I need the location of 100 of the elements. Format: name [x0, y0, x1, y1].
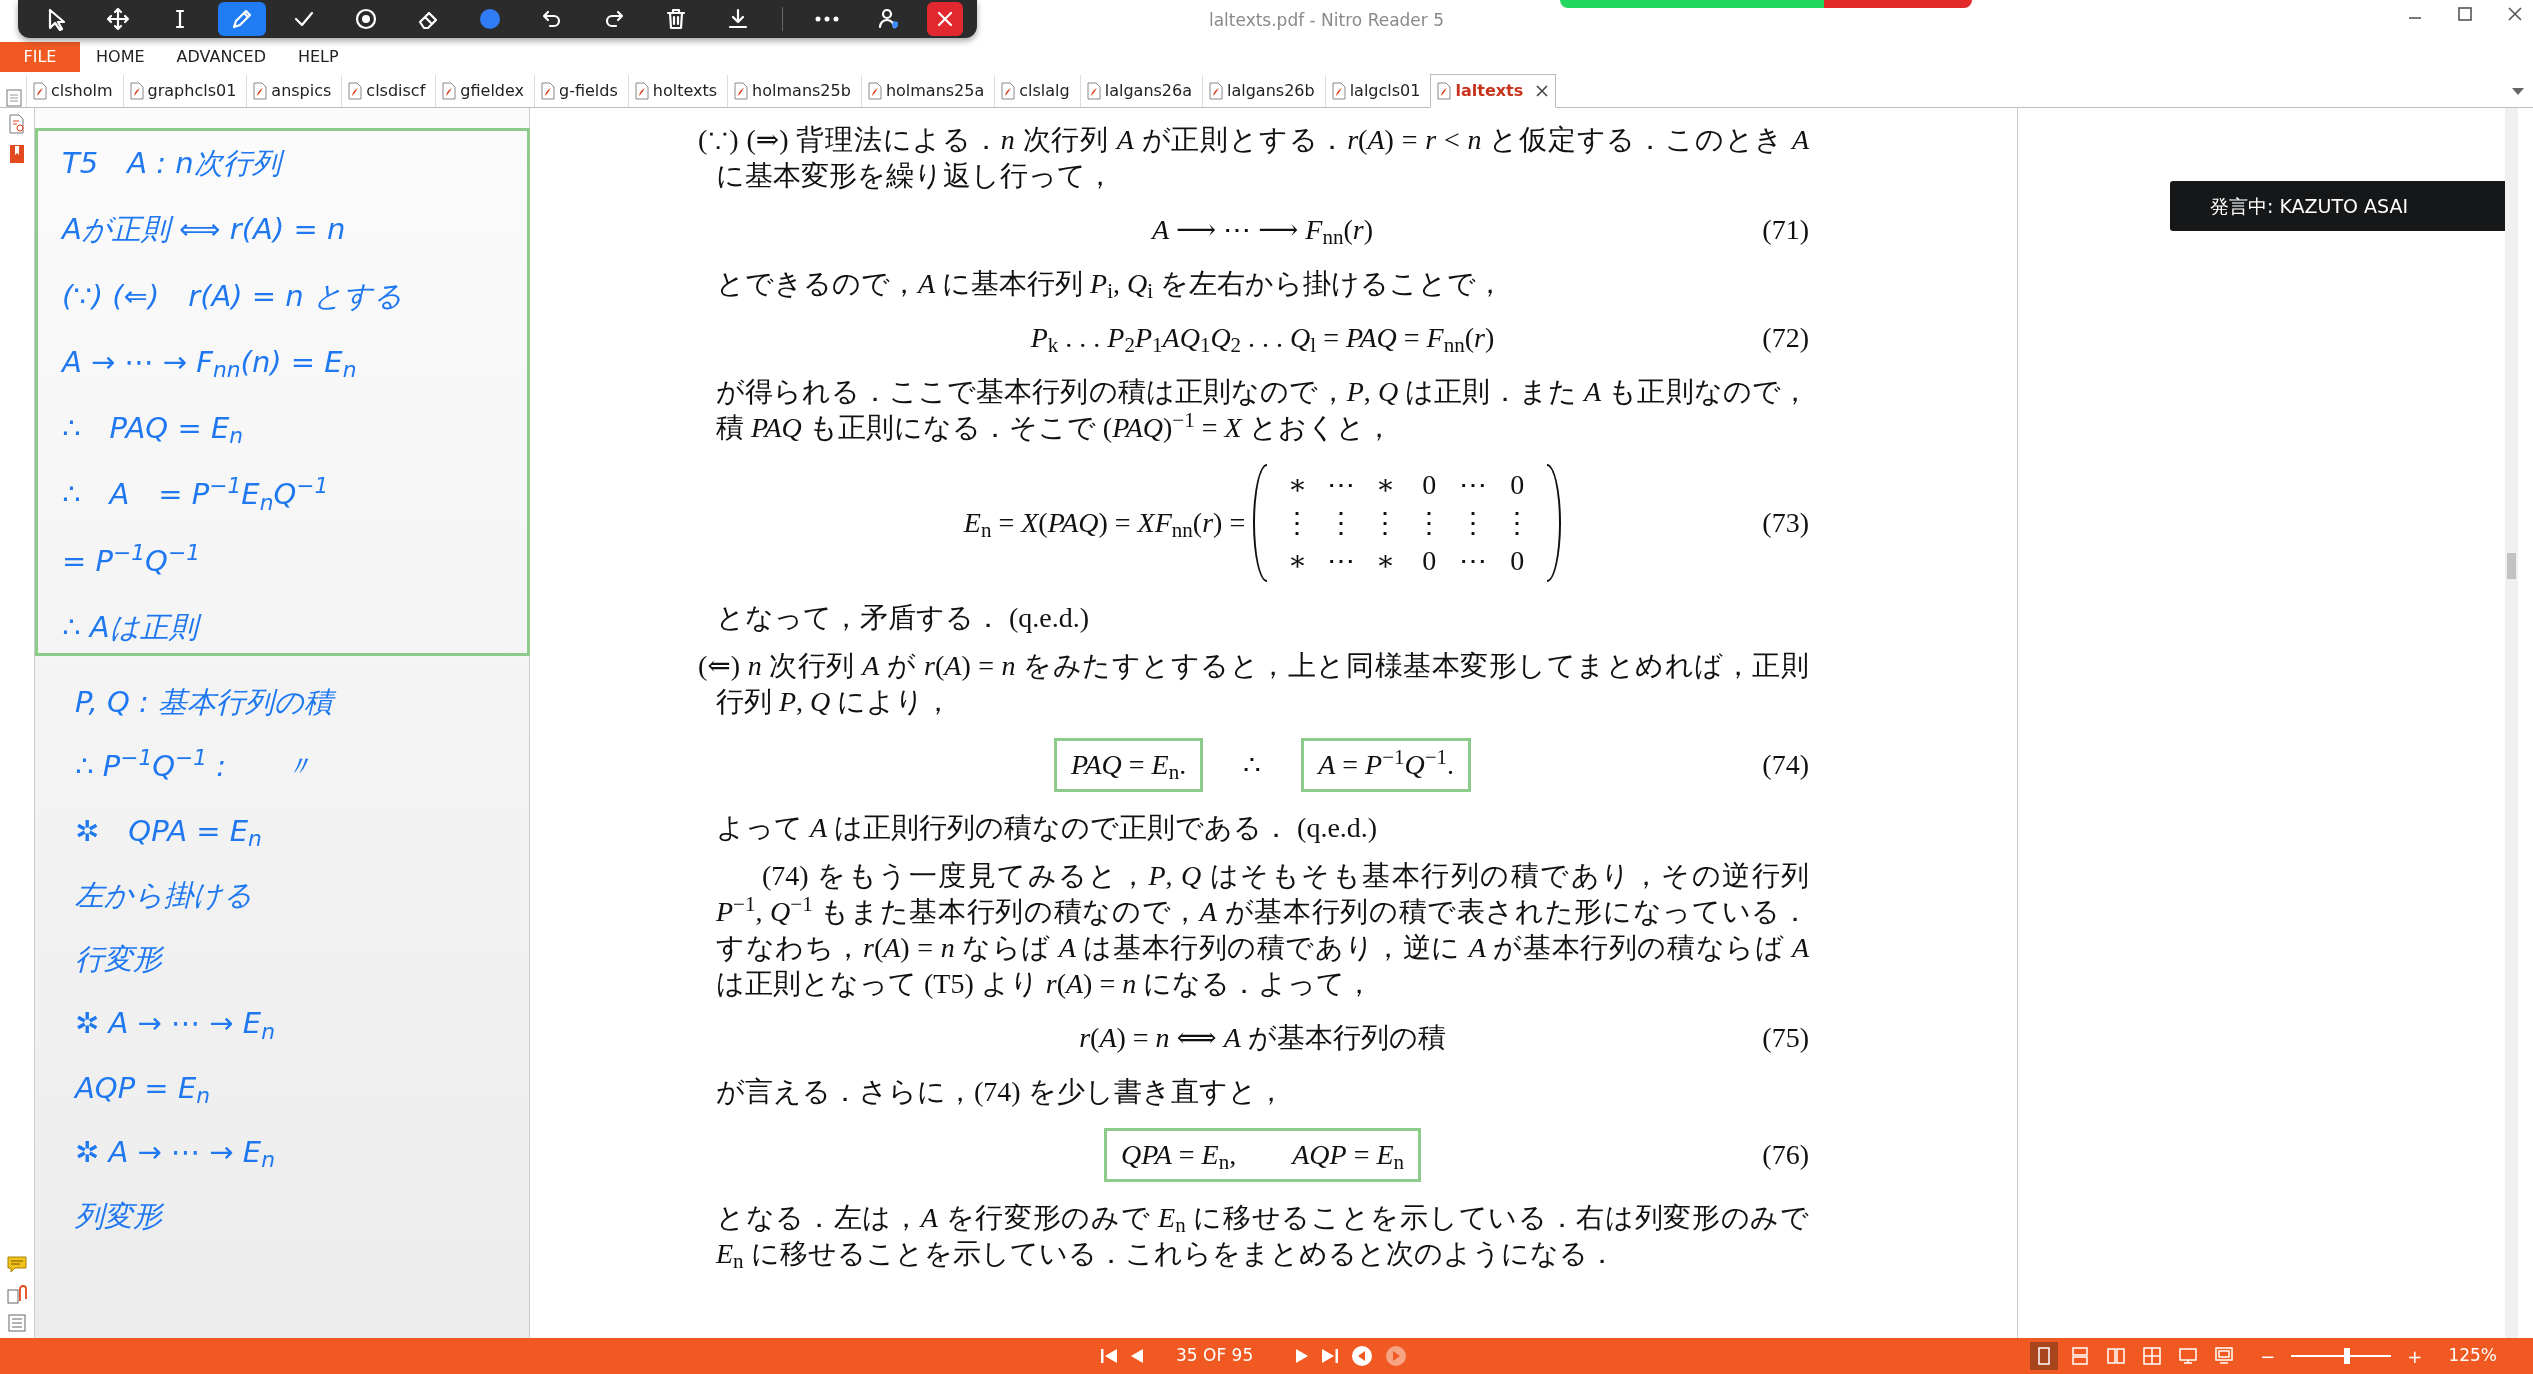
dropdown-icon[interactable] [2511, 86, 2525, 96]
pdf-file-icon [634, 82, 649, 100]
handwritten-note: P, Q : 基本行列の積 [75, 684, 509, 721]
paragraph: とできるので，A に基本行列 P$_{i}$, Q$_{i}$ を左右から掛けることで， [715, 267, 1506, 302]
page-layout-icon [2070, 1346, 2091, 1366]
list-icon[interactable] [8, 1314, 26, 1332]
paragraph: (⇐) n 次行列 A が r(A) = n をみたすとすると，上と同様基本変形してまとめれば，正則行列 P, Q により， [698, 649, 1809, 719]
back-button[interactable] [1351, 1345, 1374, 1367]
page-layout-icon [2142, 1346, 2163, 1366]
matrix-entry: 0 [1509, 544, 1526, 578]
matrix-entry: ∗ [1286, 544, 1308, 578]
scrollbar[interactable] [2505, 108, 2518, 1338]
previous-page-button[interactable] [1130, 1347, 1144, 1365]
paragraph: (74) をもう一度見てみると，P, Q はそもそも基本行列の積であり，その逆行列 P$^{−1}$, Q$^{−1}$ もまた基本行列の積なので，A が基本行列の積で表された形になっている．すなわち，r(A) = n ならば A は基本行列の積であり，逆に A が基本行列の積ならば A は正則となって (T5) より r(A) = n になる．よって， [715, 859, 1809, 1001]
handwritten-note: ∴ P$^{−1}$Q$^{−1}$ : 〃 [75, 748, 315, 785]
handwritten-note: 行変形 [75, 941, 165, 978]
document-tab[interactable]: clsholm [26, 75, 119, 107]
scrollbar-thumb[interactable] [2507, 553, 2516, 579]
close-icon[interactable] [1535, 84, 1550, 98]
paragraph: となって，矛盾する． (q.e.d.) [715, 601, 1091, 635]
tool-button[interactable] [218, 2, 266, 36]
document-tab[interactable]: holmans25a [860, 75, 991, 107]
document-tab[interactable]: anspics [246, 75, 338, 107]
matrix-entry: ∗ [1374, 544, 1396, 578]
matrix-entry: ⋮ [1458, 506, 1489, 540]
forward-icon [1385, 1345, 1408, 1367]
handwritten-note: Aが正則 ⟺ r(A) = n [62, 211, 347, 248]
matrix-entry: ⋮ [1282, 506, 1313, 540]
handwritten-note: ✲ A → ⋯ → E$_{n}$ [75, 1005, 276, 1042]
attachment-icon[interactable] [7, 1284, 27, 1304]
document-tab[interactable]: holtexts [627, 75, 724, 107]
handwritten-note: A → ⋯ → F$_{nn}$(n) = E$_{n}$ [62, 343, 358, 380]
paragraph: となる．左は，A を行変形のみで E$_{n}$ に移せることを示している．右は列変形のみで E$_{n}$ に移せることを示している．これらをまとめると次のようになる． [714, 1201, 1809, 1272]
matrix-entry: ⋮ [1502, 506, 1533, 540]
matrix-entry: 0 [1421, 468, 1438, 502]
handwritten-note: AQP = E$_{n}$ [75, 1069, 211, 1106]
equation: P$_{k}$ . . . P$_{2}$P$_{1}$AQ$_{1}$Q$_{2}$ . . . Q$_{l}$ = PAQ = F$_{nn}$(r) [1030, 321, 1495, 356]
equation-number: (75) [1762, 1021, 1809, 1055]
pdf-file-icon [253, 82, 268, 100]
window-title: laltexts.pdf - Nitro Reader 5 [1208, 9, 1445, 33]
page-layout-icon [2178, 1346, 2199, 1366]
paragraph: が言える．さらに，(74) を少し書き直すと， [715, 1075, 1286, 1109]
maximize-icon[interactable] [2457, 6, 2473, 22]
page-indicator: 35 OF 95 [1176, 1344, 1254, 1368]
equation: ∴ [1243, 748, 1262, 782]
matrix-entry: 0 [1509, 468, 1526, 502]
last-page-icon [1321, 1347, 1340, 1365]
menu-tab[interactable]: ADVANCED [160, 42, 282, 72]
document-search-icon[interactable] [8, 114, 26, 134]
pdf-file-icon [129, 82, 144, 100]
menu-tab[interactable]: HOME [80, 42, 161, 72]
equation-number: (76) [1762, 1138, 1809, 1172]
document-tab[interactable]: g-fields [534, 75, 624, 107]
equation: r(A) = n ⟺ A が基本行列の積 [1079, 1021, 1446, 1055]
document-tab[interactable]: gfieldex [435, 75, 530, 107]
menu-tab[interactable]: HELP [281, 42, 355, 72]
paragraph: (∵) (⇒) 背理法による．n 次行列 A が正則とする．r(A) = r < n と仮定する．このとき A に基本変形を繰り返し行って， [698, 123, 1809, 193]
page-layout-icon [2214, 1346, 2235, 1366]
first-page-button[interactable] [1100, 1347, 1118, 1365]
bookmark-icon[interactable] [9, 144, 25, 164]
document-tab[interactable]: graphcls01 [122, 75, 243, 107]
document-tab[interactable]: clsdiscf [341, 75, 432, 107]
view-mode-button[interactable] [2030, 1342, 2059, 1370]
last-page-button[interactable] [1321, 1347, 1340, 1365]
handwritten-note: ∴ PAQ = E$_{n}$ [62, 410, 244, 447]
close-icon[interactable] [2507, 6, 2523, 22]
matrix-entry: ⋯ [1458, 468, 1489, 502]
pdf-file-icon [348, 82, 363, 100]
pdf-file-icon [1437, 82, 1452, 100]
slider-thumb[interactable] [2344, 1348, 2351, 1364]
handwritten-note: T5 A : n次行列 [62, 145, 507, 182]
equation-number: (73) [1762, 506, 1809, 540]
move-icon [106, 7, 130, 31]
document-tab[interactable]: holmans25b [727, 75, 857, 107]
paragraph: よって A は正則行列の積なので正則である． (q.e.d.) [715, 811, 1379, 845]
close-button[interactable] [927, 2, 963, 36]
document-tab[interactable]: lalgans26b [1202, 75, 1321, 107]
pdf-file-icon [541, 82, 555, 100]
pdf-file-icon [1001, 82, 1016, 100]
user-icon [877, 7, 901, 31]
handwritten-note: ∴ A = P$^{−1}$E$_{n}$Q$^{−1}$ [62, 476, 330, 513]
document-tab[interactable]: laltexts [1430, 74, 1557, 108]
handwritten-note: ✲ QPA = E$_{n}$ [75, 812, 263, 849]
matrix-entry: ⋮ [1370, 506, 1401, 540]
matrix-entry: ⋯ [1326, 468, 1357, 502]
matrix-entry: ⋮ [1326, 506, 1357, 540]
document-tab[interactable]: lalgans26a [1079, 75, 1198, 107]
first-page-icon [1100, 1347, 1118, 1365]
handwritten-note: ✲ A → ⋯ → E$_{n}$ [75, 1133, 276, 1170]
comment-icon[interactable] [7, 1256, 27, 1274]
color-dot-icon [478, 7, 502, 31]
document-tab[interactable]: lalgcls01 [1324, 75, 1427, 107]
boxed-equation: A = P$^{−1}$Q$^{−1}$. [1301, 738, 1472, 792]
handwritten-note: 左から掛ける [75, 876, 254, 913]
document-tab[interactable]: clslalg [994, 75, 1076, 107]
pdf-file-icon [867, 82, 882, 100]
page-layout-icon [2106, 1346, 2127, 1366]
zoom-level: 125% [2448, 1344, 2497, 1368]
next-page-button[interactable] [1295, 1347, 1310, 1365]
matrix-entry: ⋯ [1326, 544, 1357, 578]
